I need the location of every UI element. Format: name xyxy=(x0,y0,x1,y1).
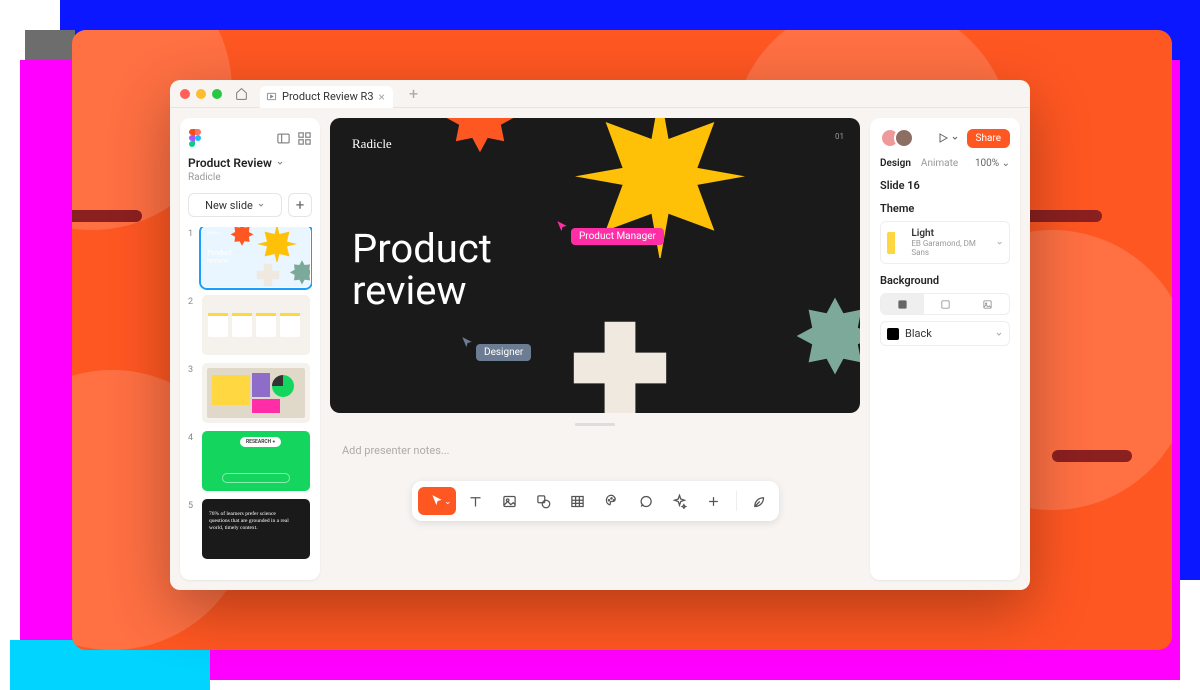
comment-tool-button[interactable] xyxy=(632,487,660,515)
thumb-number: 4 xyxy=(188,431,196,443)
add-slide-button[interactable]: + xyxy=(288,193,312,217)
tab-title: Product Review R3 xyxy=(282,90,374,103)
resize-handle[interactable] xyxy=(575,423,615,426)
chevron-down-icon: ⌄ xyxy=(1002,158,1010,169)
close-window-icon[interactable] xyxy=(180,89,190,99)
theme-section-label: Theme xyxy=(880,202,1010,215)
add-tool-button[interactable] xyxy=(700,487,728,515)
research-badge: RESEARCH + xyxy=(240,437,281,447)
tab-design[interactable]: Design xyxy=(880,158,911,169)
color-chip xyxy=(887,328,899,340)
slide-thumbnail[interactable]: Radicle Productreview xyxy=(202,227,310,287)
table-tool-button[interactable] xyxy=(564,487,592,515)
image-tool-button[interactable] xyxy=(496,487,524,515)
app-window: Product Review R3 × + xyxy=(170,80,1030,590)
text-tool-button[interactable] xyxy=(462,487,490,515)
theme-picker[interactable]: Light EB Garamond, DM Sans xyxy=(880,221,1010,264)
slide-brand: Radicle xyxy=(352,136,392,152)
background-section-label: Background xyxy=(880,274,1010,287)
chevron-down-icon xyxy=(951,134,959,142)
document-title[interactable]: Product Review xyxy=(188,156,312,170)
chevron-down-icon xyxy=(996,239,1003,247)
window-controls xyxy=(180,89,222,99)
gear-shape-icon xyxy=(775,288,860,408)
collaborator-cursor-pm: Product Manager xyxy=(555,220,664,245)
add-tab-button[interactable]: + xyxy=(401,84,426,103)
minimize-window-icon[interactable] xyxy=(196,89,206,99)
bg-gradient-button[interactable] xyxy=(924,294,967,314)
plus-shape-icon xyxy=(565,313,675,413)
background-type-toggle xyxy=(880,293,1010,315)
grid-view-icon[interactable] xyxy=(297,131,312,146)
draw-tool-button[interactable] xyxy=(598,487,626,515)
chevron-down-icon xyxy=(995,330,1003,338)
file-tab[interactable]: Product Review R3 × xyxy=(260,86,393,108)
collaborator-cursor-designer: Designer xyxy=(460,336,531,361)
avatar[interactable] xyxy=(894,128,914,148)
chevron-down-icon xyxy=(257,201,265,209)
bg-solid-button[interactable] xyxy=(881,294,924,314)
theme-swatch-icon xyxy=(887,232,903,254)
titlebar: Product Review R3 × + xyxy=(170,80,1030,108)
presenter-notes-input[interactable]: Add presenter notes... xyxy=(330,436,860,471)
bottom-toolbar xyxy=(412,481,779,521)
slide-indicator: Slide 16 xyxy=(880,179,1010,192)
share-button[interactable]: Share xyxy=(967,129,1010,148)
left-panel: Product Review Radicle New slide + 1 Rad… xyxy=(180,118,320,580)
select-tool-button[interactable] xyxy=(418,487,456,515)
slide-thumbnails: 1 Radicle Productreview 2 xyxy=(188,227,312,559)
close-tab-icon[interactable]: × xyxy=(379,90,385,104)
inspector-tabs: Design Animate 100% ⌄ xyxy=(880,158,1010,169)
chevron-down-icon xyxy=(276,159,284,167)
bg-image-button[interactable] xyxy=(966,294,1009,314)
canvas-area: Radicle 01 Productreview Product Manager… xyxy=(330,118,860,580)
collaborator-avatars[interactable] xyxy=(880,128,914,148)
zoom-control[interactable]: 100% ⌄ xyxy=(975,158,1010,169)
slide-title: Productreview xyxy=(352,228,492,312)
slide-thumbnail[interactable] xyxy=(202,363,310,423)
single-view-icon[interactable] xyxy=(276,131,291,146)
present-button[interactable] xyxy=(937,132,959,144)
tab-animate[interactable]: Animate xyxy=(921,158,958,169)
slide-thumbnail[interactable]: 76% of learners prefer science questions… xyxy=(202,499,310,559)
thumb-number: 3 xyxy=(188,363,196,375)
right-panel: Share Design Animate 100% ⌄ Slide 16 The… xyxy=(870,118,1020,580)
home-button[interactable] xyxy=(230,83,252,105)
document-subtitle: Radicle xyxy=(188,172,312,183)
slide-thumbnail[interactable]: RESEARCH + xyxy=(202,431,310,491)
figma-logo-icon[interactable] xyxy=(188,128,202,148)
thumb-number: 5 xyxy=(188,499,196,511)
shape-tool-button[interactable] xyxy=(530,487,558,515)
thumb-number: 2 xyxy=(188,295,196,307)
slide-number: 01 xyxy=(835,132,844,141)
leaf-tool-button[interactable] xyxy=(745,487,773,515)
slide-thumbnail[interactable] xyxy=(202,295,310,355)
maximize-window-icon[interactable] xyxy=(212,89,222,99)
background-color-picker[interactable]: Black xyxy=(880,321,1010,346)
gear-shape-icon xyxy=(425,118,535,183)
slide-canvas[interactable]: Radicle 01 Productreview Product Manager… xyxy=(330,118,860,413)
ai-tool-button[interactable] xyxy=(666,487,694,515)
thumb-number: 1 xyxy=(188,227,196,239)
new-slide-button[interactable]: New slide xyxy=(188,193,282,217)
